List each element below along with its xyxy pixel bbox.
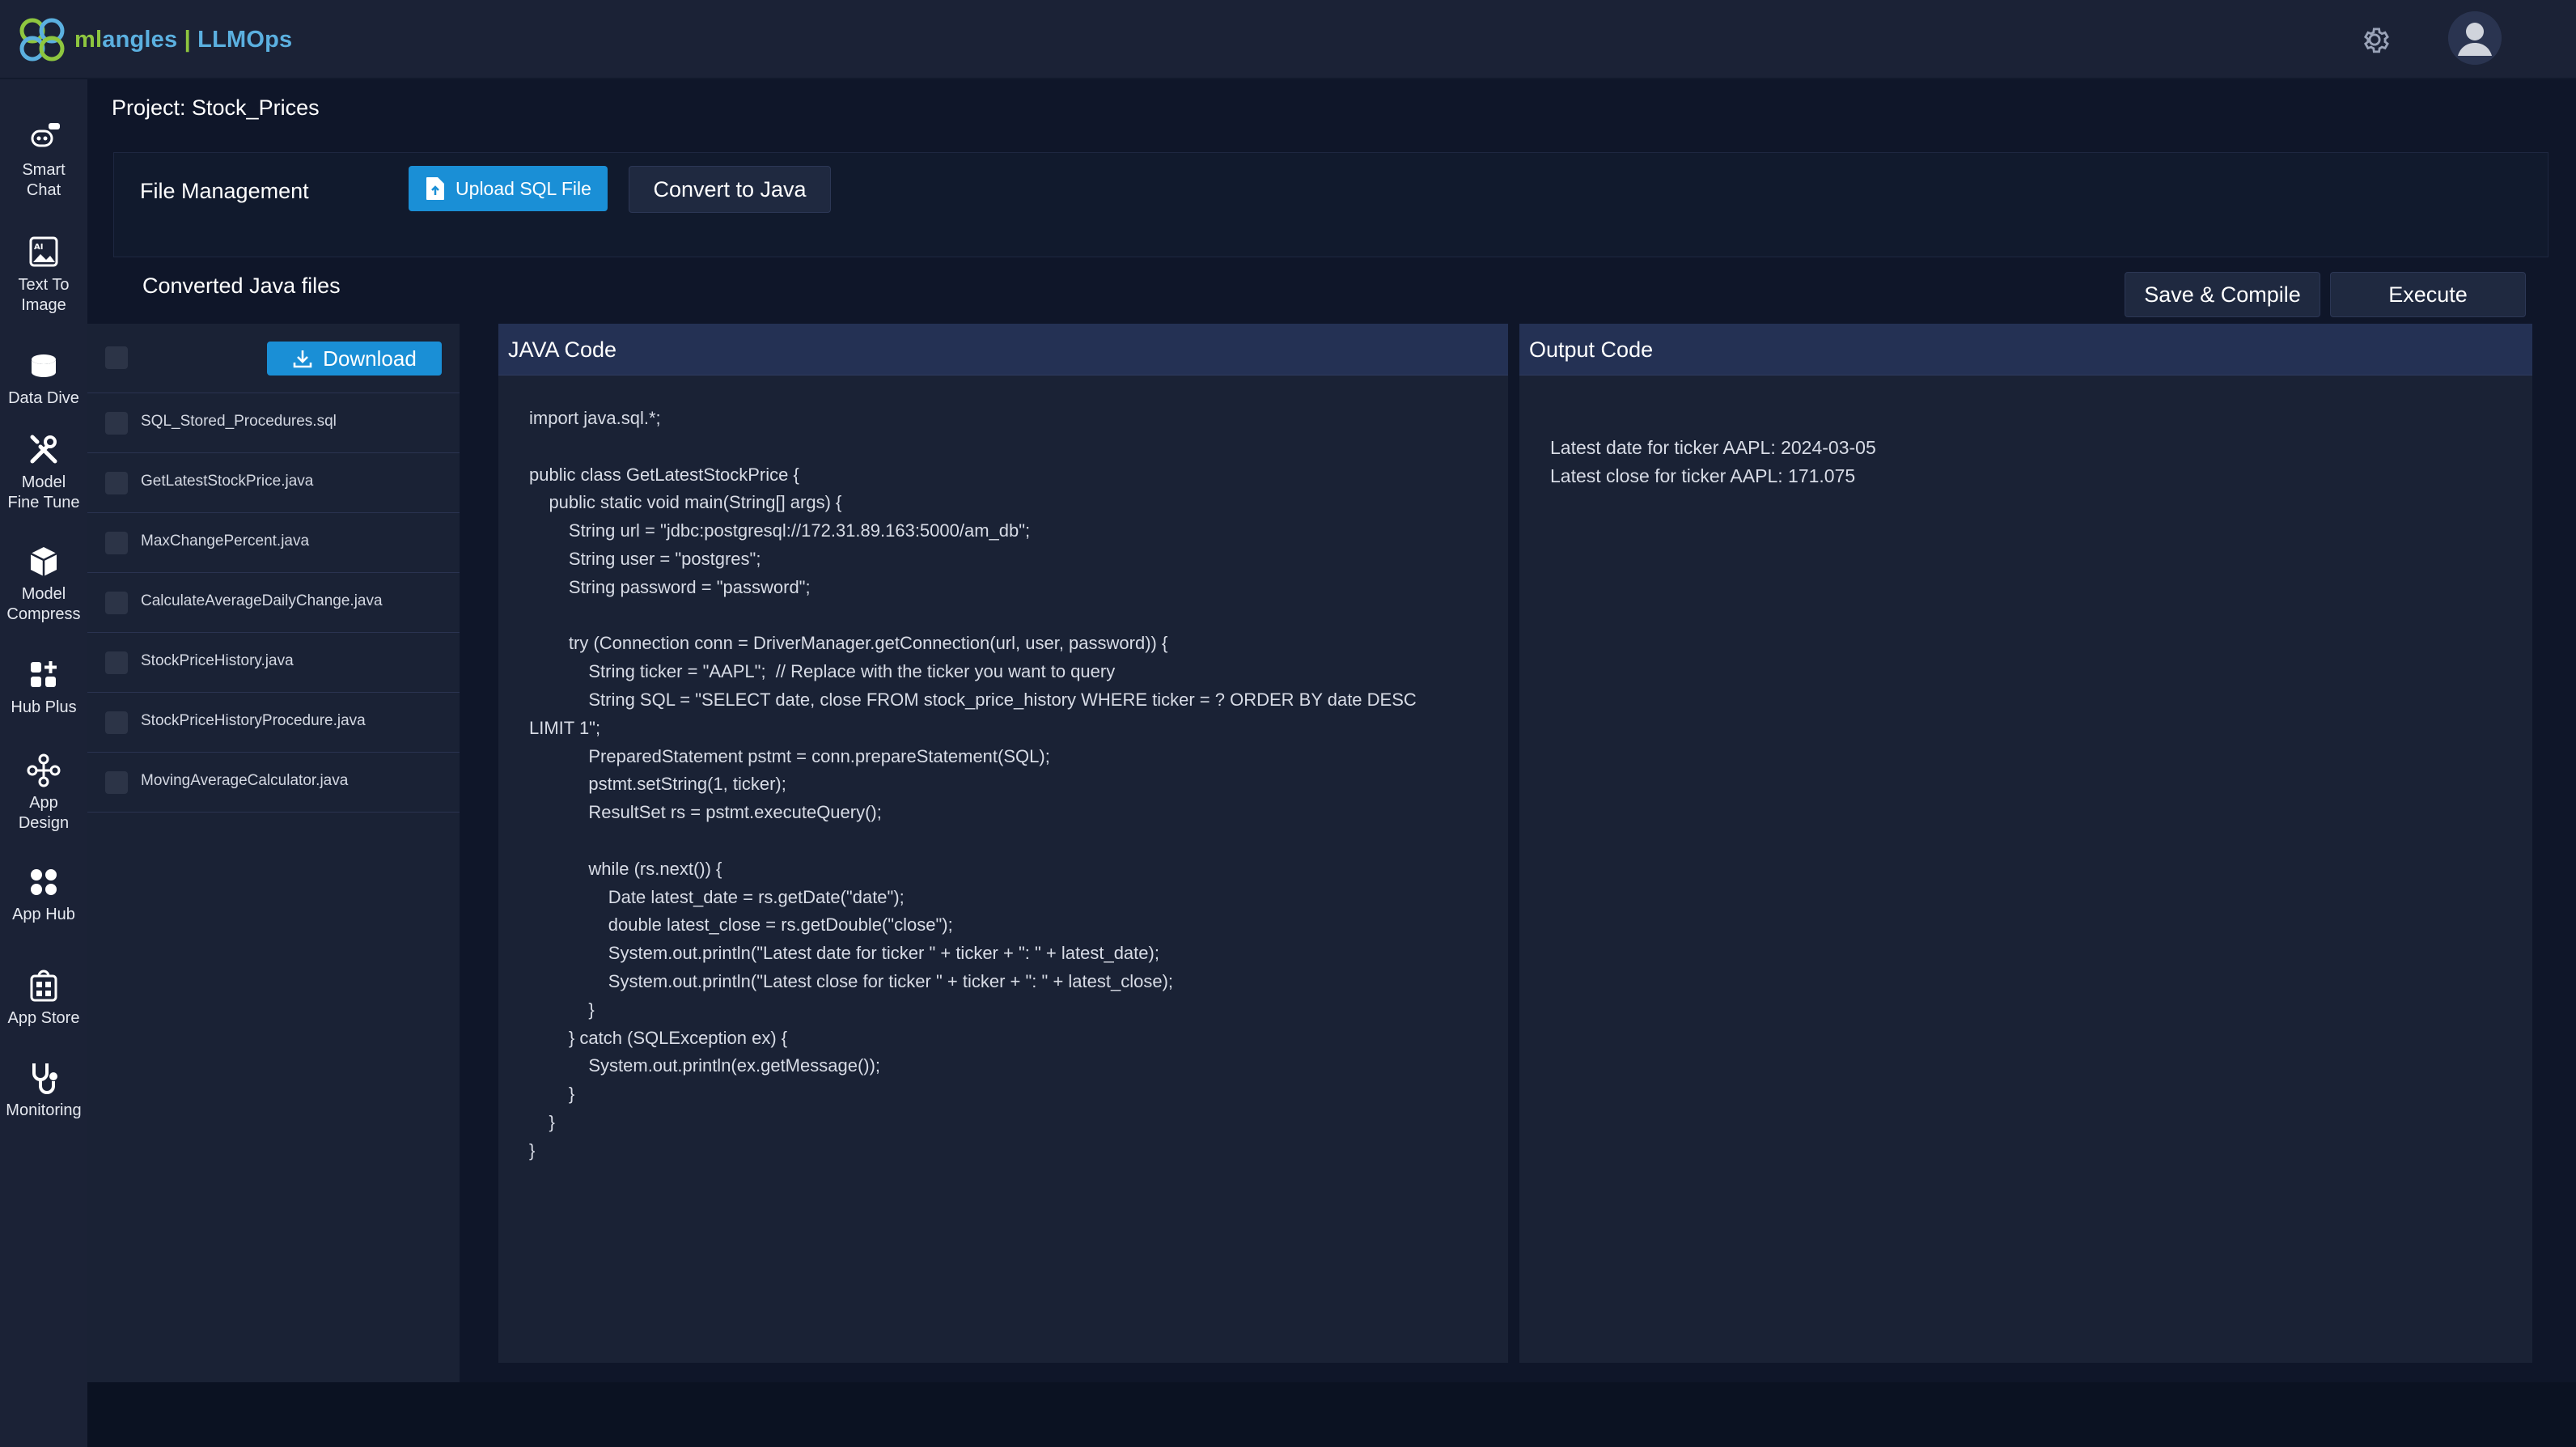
- download-button[interactable]: Download: [267, 342, 442, 376]
- select-all-checkbox[interactable]: [105, 346, 128, 369]
- mlangles-logo-icon: [19, 18, 65, 62]
- project-title: Project: Stock_Prices: [112, 95, 320, 120]
- file-list-item[interactable]: MovingAverageCalculator.java: [87, 753, 460, 813]
- nav-item-monitoring[interactable]: Monitoring: [0, 1059, 87, 1121]
- nav-item-hub-plus[interactable]: Hub Plus: [0, 656, 87, 718]
- file-list-item[interactable]: SQL_Stored_Procedures.sql: [87, 393, 460, 453]
- file-name: SQL_Stored_Procedures.sql: [141, 413, 337, 430]
- file-checkbox[interactable]: [105, 472, 128, 494]
- file-checkbox[interactable]: [105, 412, 128, 435]
- output-code-title: Output Code: [1529, 337, 1654, 362]
- file-checkbox[interactable]: [105, 592, 128, 614]
- grid-plus-icon: [24, 656, 63, 694]
- convert-to-java-button[interactable]: Convert to Java: [629, 166, 831, 213]
- footer-strip: [87, 1382, 2576, 1447]
- settings-button[interactable]: [2358, 23, 2392, 57]
- side-navigation: Smart Chat AI Text To Image Data Dive Mo…: [0, 79, 87, 1447]
- file-list-item[interactable]: StockPriceHistory.java: [87, 633, 460, 693]
- nav-item-model-compress[interactable]: Model Compress: [0, 542, 87, 625]
- top-bar: mlangles | LLMOps: [0, 0, 2576, 79]
- file-list-item[interactable]: GetLatestStockPrice.java: [87, 453, 460, 513]
- app-grid-icon: [24, 863, 63, 902]
- nav-item-model-fine-tune[interactable]: Model Fine Tune: [0, 431, 87, 513]
- file-name: StockPriceHistory.java: [141, 652, 294, 669]
- file-list-item[interactable]: MaxChangePercent.java: [87, 513, 460, 573]
- file-management-section: File Management Upload SQL File Convert …: [113, 152, 2548, 257]
- download-icon: [293, 350, 312, 368]
- file-list-header: Download: [87, 324, 460, 393]
- brand-logo[interactable]: mlangles | LLMOps: [15, 15, 292, 65]
- nav-item-app-store[interactable]: App Store: [0, 966, 87, 1029]
- file-list-item[interactable]: CalculateAverageDailyChange.java: [87, 573, 460, 633]
- output-text: Latest date for ticker AAPL: 2024-03-05 …: [1550, 437, 1876, 486]
- nav-item-smart-chat[interactable]: Smart Chat: [0, 118, 87, 201]
- cube-icon: [24, 542, 63, 581]
- output-code-panel: Output Code Latest date for ticker AAPL:…: [1519, 324, 2532, 1363]
- robot-chat-icon: [24, 118, 63, 157]
- user-avatar-icon: [2448, 11, 2502, 65]
- brand-name: mlangles | LLMOps: [74, 26, 293, 53]
- file-name: MovingAverageCalculator.java: [141, 772, 349, 789]
- file-name: CalculateAverageDailyChange.java: [141, 592, 383, 609]
- upload-sql-file-label: Upload SQL File: [455, 177, 591, 199]
- store-icon: [24, 966, 63, 1005]
- file-checkbox[interactable]: [105, 771, 128, 794]
- output-code-panel-header: Output Code: [1519, 324, 2532, 376]
- download-label: Download: [323, 346, 417, 371]
- save-compile-button[interactable]: Save & Compile: [2125, 272, 2320, 317]
- file-list-item[interactable]: StockPriceHistoryProcedure.java: [87, 693, 460, 753]
- nav-item-text-to-image[interactable]: AI Text To Image: [0, 233, 87, 316]
- file-checkbox[interactable]: [105, 711, 128, 734]
- file-management-label: File Management: [140, 179, 309, 203]
- nav-item-data-dive[interactable]: Data Dive: [0, 346, 87, 409]
- database-icon: [24, 346, 63, 385]
- file-upload-icon: [426, 177, 445, 200]
- java-code-panel-header: JAVA Code: [498, 324, 1508, 376]
- stethoscope-icon: [24, 1059, 63, 1097]
- file-checkbox[interactable]: [105, 532, 128, 554]
- upload-sql-file-button[interactable]: Upload SQL File: [409, 166, 608, 211]
- gear-icon: [2363, 28, 2389, 53]
- java-code-title: JAVA Code: [508, 337, 617, 362]
- svg-text:AI: AI: [34, 243, 43, 252]
- design-icon: [24, 751, 63, 790]
- file-name: GetLatestStockPrice.java: [141, 473, 314, 490]
- ai-image-icon: AI: [24, 233, 63, 272]
- tools-icon: [24, 431, 63, 469]
- file-checkbox[interactable]: [105, 651, 128, 674]
- file-name: MaxChangePercent.java: [141, 533, 310, 550]
- execute-button[interactable]: Execute: [2330, 272, 2526, 317]
- file-name: StockPriceHistoryProcedure.java: [141, 712, 366, 729]
- java-code-panel: JAVA Code import java.sql.*; public clas…: [498, 324, 1508, 1363]
- nav-item-app-design[interactable]: App Design: [0, 751, 87, 834]
- nav-item-app-hub[interactable]: App Hub: [0, 863, 87, 925]
- converted-java-files-title: Converted Java files: [142, 274, 341, 298]
- user-avatar-button[interactable]: [2448, 11, 2502, 65]
- java-code-editor[interactable]: import java.sql.*; public class GetLates…: [529, 405, 1492, 1165]
- converted-files-panel: Download SQL_Stored_Procedures.sql GetLa…: [87, 324, 460, 1382]
